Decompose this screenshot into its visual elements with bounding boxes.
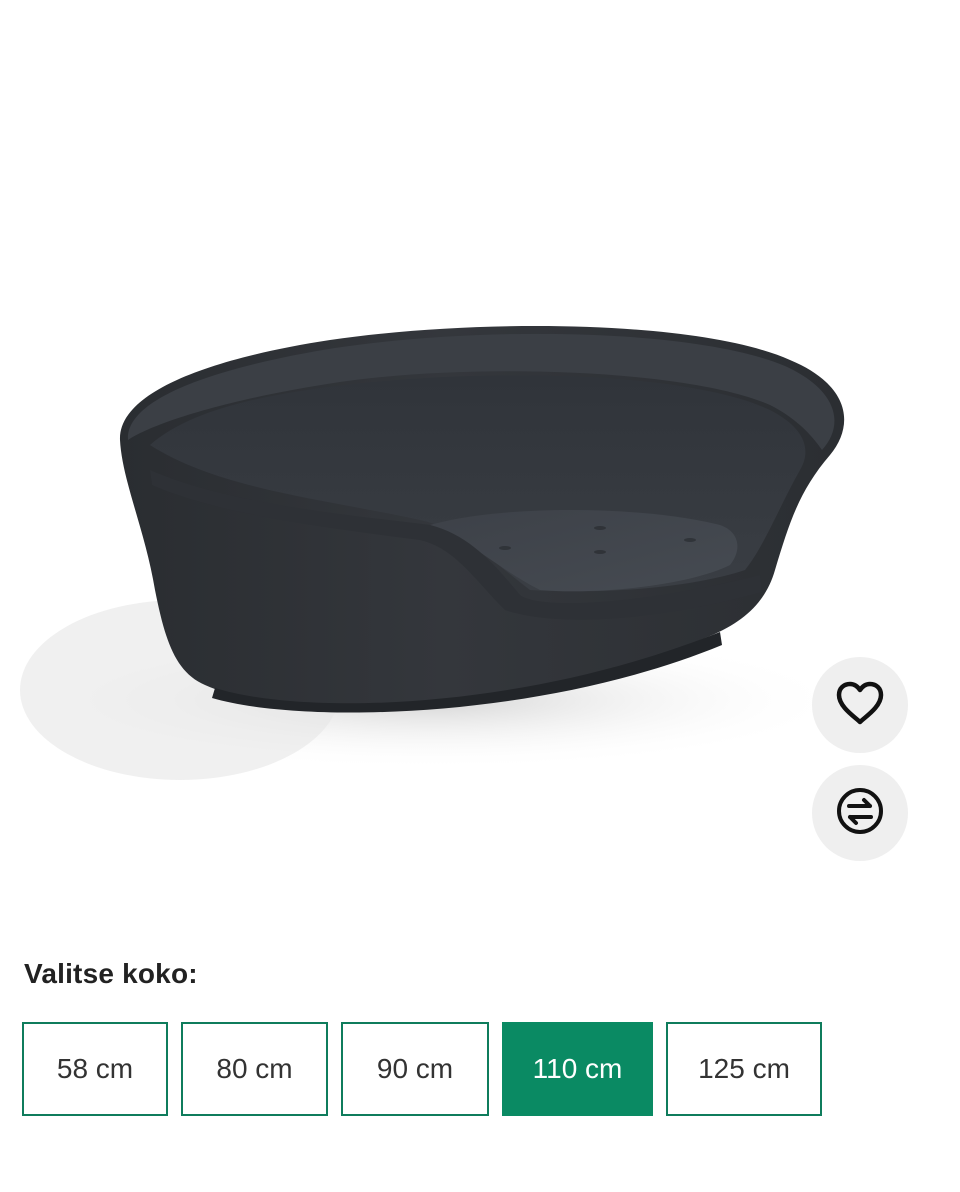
product-image xyxy=(0,0,960,930)
size-selector-label: Valitse koko: xyxy=(24,958,198,989)
size-option-125cm[interactable]: 125 cm xyxy=(666,1022,822,1116)
size-option-90cm[interactable]: 90 cm xyxy=(341,1022,489,1116)
size-option-110cm[interactable]: 110 cm xyxy=(502,1022,653,1116)
heart-icon xyxy=(835,680,885,731)
compare-arrows-icon xyxy=(835,786,885,841)
size-options: 58 cm 80 cm 90 cm 110 cm 125 cm xyxy=(22,1022,822,1116)
compare-button[interactable] xyxy=(812,765,908,861)
wishlist-button[interactable] xyxy=(812,657,908,753)
dog-bed-illustration xyxy=(10,326,850,780)
size-option-58cm[interactable]: 58 cm xyxy=(22,1022,168,1116)
size-option-80cm[interactable]: 80 cm xyxy=(181,1022,328,1116)
